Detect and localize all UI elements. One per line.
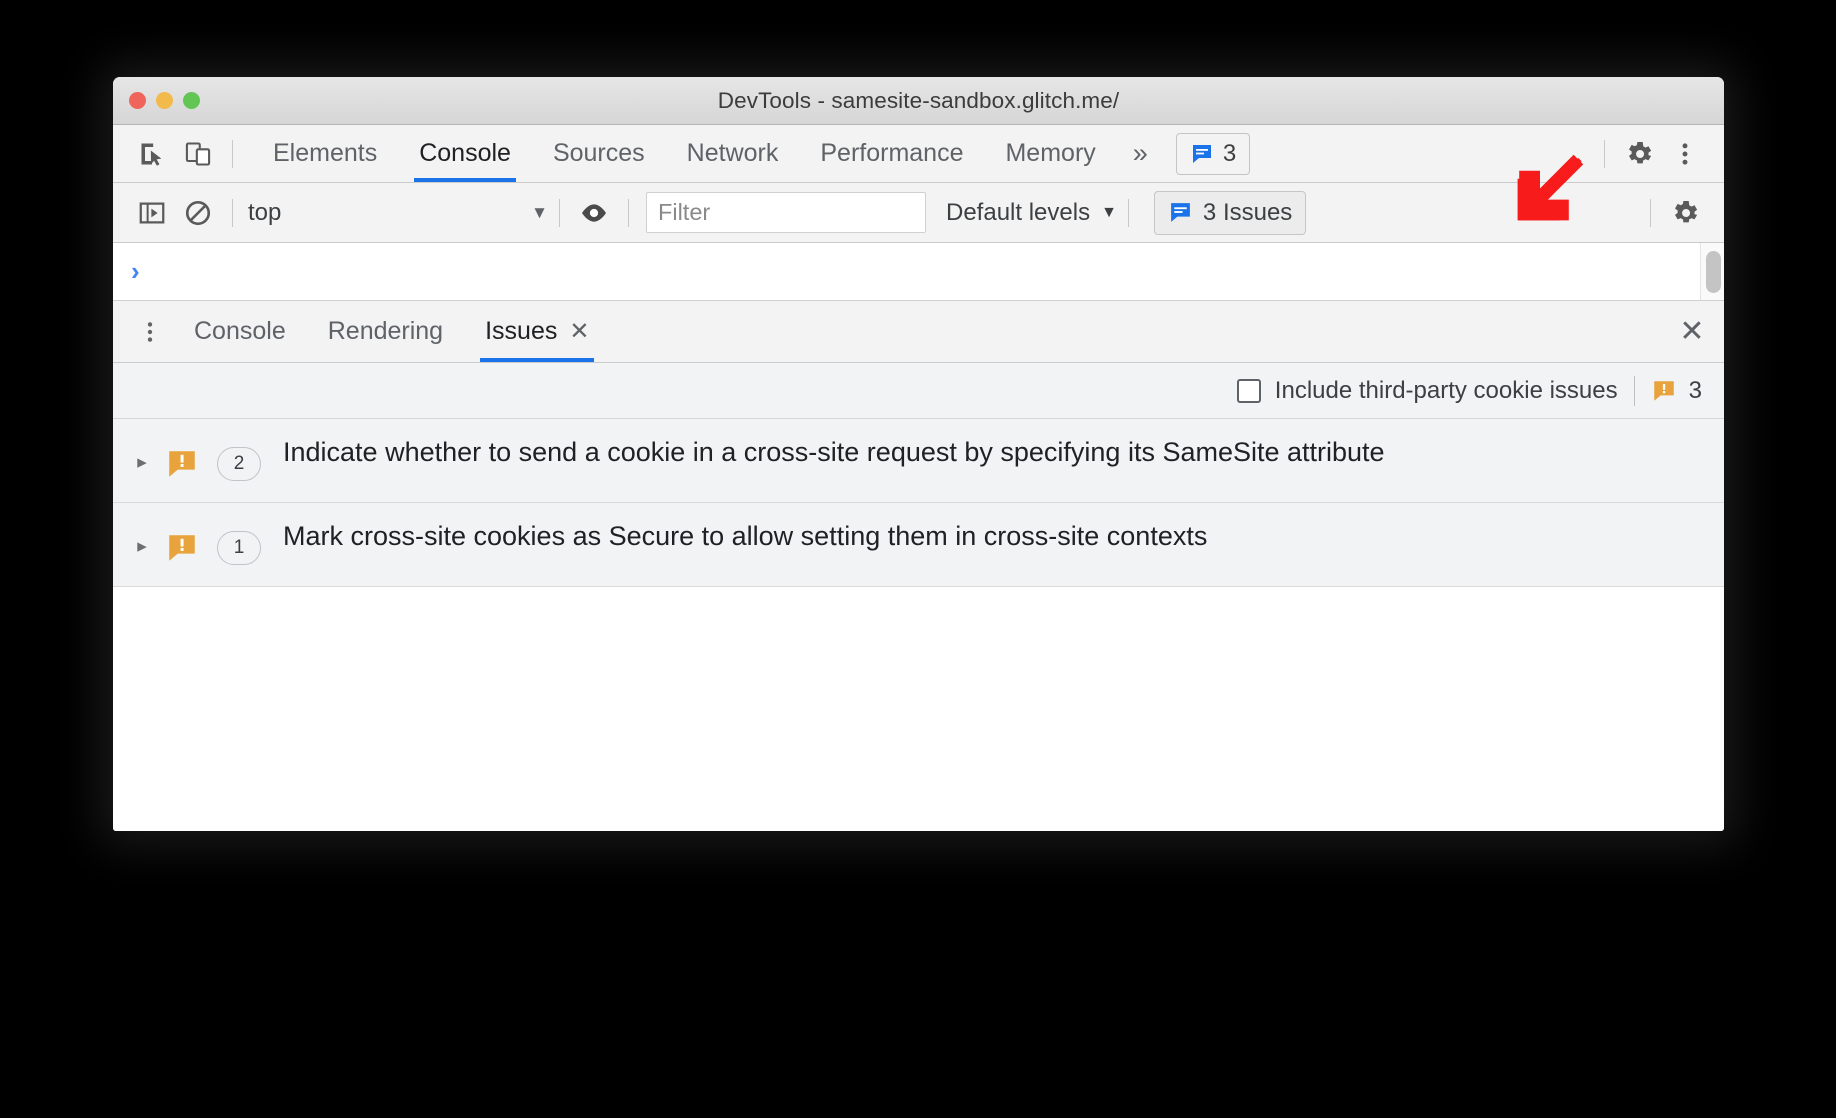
disclosure-triangle-icon[interactable]: ▸ <box>127 435 157 474</box>
toolbar-divider <box>232 198 233 227</box>
device-toolbar-icon[interactable] <box>175 131 221 177</box>
console-toolbar: top ▼ Filter Default levels ▼ 3 Issues <box>113 183 1724 243</box>
clear-console-icon[interactable] <box>175 190 221 236</box>
tab-label: Network <box>686 139 779 167</box>
warning-issue-icon <box>165 435 199 486</box>
toolbar-divider <box>1604 139 1605 168</box>
traffic-lights <box>113 92 200 109</box>
tab-label: Console <box>419 139 511 167</box>
toolbar-divider <box>1650 198 1651 227</box>
drawer-tab-issues[interactable]: Issues ✕ <box>464 301 610 362</box>
execution-context-selector[interactable]: top ▼ <box>248 199 548 227</box>
prompt-chevron-icon: › <box>131 256 140 286</box>
tab-elements[interactable]: Elements <box>252 125 398 182</box>
log-levels-selector[interactable]: Default levels ▼ <box>946 199 1117 227</box>
log-levels-label: Default levels <box>946 198 1091 226</box>
issue-title[interactable]: Indicate whether to send a cookie in a c… <box>283 435 1385 470</box>
zoom-window-button[interactable] <box>183 92 200 109</box>
tab-console[interactable]: Console <box>398 125 532 182</box>
console-scrollbar[interactable] <box>1700 243 1724 300</box>
tab-label: Memory <box>1005 139 1096 167</box>
main-toolbar-right <box>1593 131 1724 177</box>
drawer-more-vertical-icon[interactable] <box>127 301 173 362</box>
disclosure-triangle-icon[interactable]: ▸ <box>127 519 157 558</box>
toolbar-divider <box>1127 198 1129 227</box>
issues-pane-header: Include third-party cookie issues 3 <box>113 363 1724 419</box>
minimize-window-button[interactable] <box>156 92 173 109</box>
drawer-tabbar: Console Rendering Issues ✕ ✕ <box>113 301 1724 363</box>
warning-issue-icon <box>1653 380 1674 401</box>
third-party-cookie-label: Include third-party cookie issues <box>1274 376 1618 404</box>
toolbar-divider <box>559 198 560 227</box>
third-party-cookie-checkbox-row[interactable]: Include third-party cookie issues <box>1236 376 1618 405</box>
console-sidebar-icon[interactable] <box>129 190 175 236</box>
tab-network[interactable]: Network <box>666 125 800 182</box>
gear-icon[interactable] <box>1662 190 1708 236</box>
issue-message-icon <box>1171 203 1190 222</box>
issues-chip-button[interactable]: 3 Issues <box>1153 190 1307 235</box>
more-tabs-icon[interactable]: » <box>1117 125 1164 182</box>
issues-chip-label: 3 Issues <box>1202 198 1293 226</box>
screenshot-stage: DevTools - samesite-sandbox.glitch.me/ E… <box>0 0 1836 1118</box>
live-expression-icon[interactable] <box>571 190 617 236</box>
tab-label: Sources <box>552 139 645 167</box>
inspect-element-icon[interactable] <box>129 131 175 177</box>
filter-input[interactable]: Filter <box>646 192 926 233</box>
issue-count-badge: 1 <box>217 531 261 565</box>
window-title: DevTools - samesite-sandbox.glitch.me/ <box>717 87 1120 113</box>
issues-empty-area <box>113 587 1724 831</box>
drawer-tab-label: Issues <box>485 317 558 345</box>
more-vertical-icon[interactable] <box>1662 131 1708 177</box>
drawer-tab-console[interactable]: Console <box>173 301 307 362</box>
devtools-main-toolbar: Elements Console Sources Network Perform… <box>113 125 1724 183</box>
panel-tabs: Elements Console Sources Network Perform… <box>252 125 1164 182</box>
chevron-down-icon: ▼ <box>531 202 548 222</box>
window-titlebar: DevTools - samesite-sandbox.glitch.me/ <box>113 77 1724 125</box>
gear-icon[interactable] <box>1616 131 1662 177</box>
close-tab-icon[interactable]: ✕ <box>569 317 589 346</box>
issue-message-icon <box>1192 144 1211 163</box>
third-party-cookie-checkbox[interactable] <box>1236 378 1261 403</box>
drawer-tab-label: Console <box>194 317 286 345</box>
issue-title[interactable]: Mark cross-site cookies as Secure to all… <box>283 519 1207 554</box>
tab-label: Performance <box>820 139 964 167</box>
drawer-tab-label: Rendering <box>327 317 444 345</box>
console-prompt-row[interactable]: › <box>113 243 1724 301</box>
tab-memory[interactable]: Memory <box>984 125 1116 182</box>
warning-issue-icon <box>165 519 199 570</box>
issue-row[interactable]: ▸ 1 Mark cross-site cookies as Secure to… <box>113 503 1724 587</box>
execution-context-value: top <box>248 198 282 226</box>
tab-label: Elements <box>273 139 378 167</box>
issues-count-label: 3 <box>1222 139 1237 167</box>
issues-counter-button[interactable]: 3 <box>1175 132 1251 175</box>
tab-sources[interactable]: Sources <box>532 125 666 182</box>
issues-total-count: 3 <box>1688 376 1702 404</box>
scrollbar-thumb[interactable] <box>1706 251 1721 293</box>
drawer-tab-rendering[interactable]: Rendering <box>307 301 464 362</box>
close-drawer-icon[interactable]: ✕ <box>1660 301 1724 362</box>
issue-row[interactable]: ▸ 2 Indicate whether to send a cookie in… <box>113 419 1724 503</box>
toolbar-divider <box>232 139 233 168</box>
header-divider <box>1633 375 1635 406</box>
devtools-window: DevTools - samesite-sandbox.glitch.me/ E… <box>113 77 1724 831</box>
chevron-down-icon: ▼ <box>1101 203 1117 221</box>
issue-count-badge: 2 <box>217 447 261 481</box>
tab-performance[interactable]: Performance <box>799 125 984 182</box>
close-window-button[interactable] <box>129 92 146 109</box>
issues-total-group: 3 <box>1651 377 1702 405</box>
toolbar-divider <box>628 198 629 227</box>
